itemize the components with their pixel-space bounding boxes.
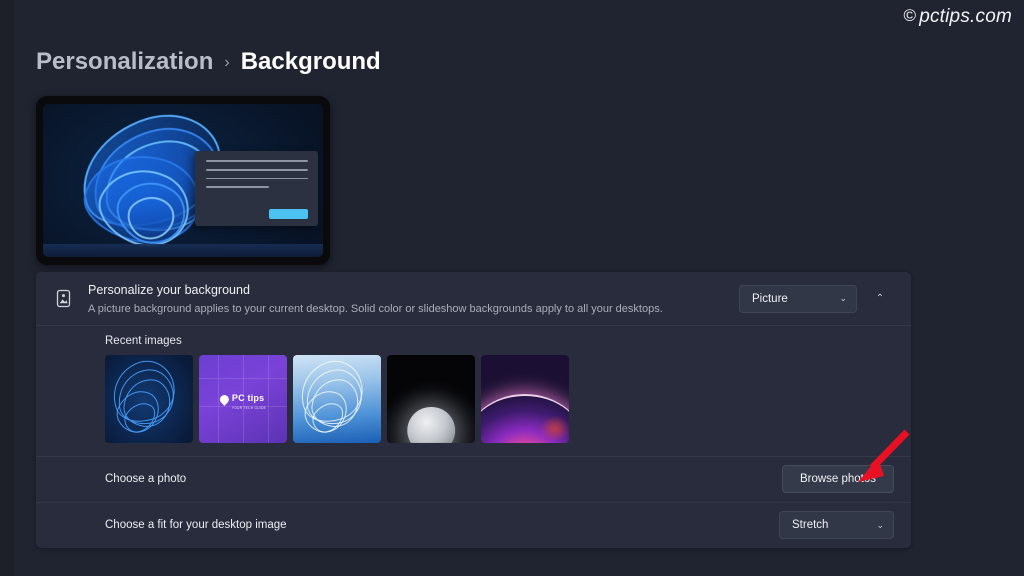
background-settings-card: Personalize your background A picture ba… xyxy=(36,272,911,548)
background-type-value: Picture xyxy=(752,292,788,305)
personalize-background-row: Personalize your background A picture ba… xyxy=(36,272,911,325)
breadcrumb-separator-icon: › xyxy=(224,54,230,71)
recent-images-thumbnails: PC tips YOUR TECH GUIDE xyxy=(105,355,894,443)
thumbnail-bloom-light[interactable] xyxy=(293,355,381,443)
background-type-dropdown[interactable]: Picture ⌄ xyxy=(739,284,857,313)
breadcrumb-current-background: Background xyxy=(240,48,381,75)
picture-icon xyxy=(53,288,74,309)
preview-mock-accent-button xyxy=(268,209,309,219)
browse-photos-button[interactable]: Browse photos xyxy=(782,465,894,493)
watermark: © pctips.com xyxy=(903,6,1012,28)
personalize-background-subtitle: A picture background applies to your cur… xyxy=(88,302,663,315)
thumbnail-pctips-purple[interactable]: PC tips YOUR TECH GUIDE xyxy=(199,355,287,443)
preview-mock-window xyxy=(194,151,318,227)
chevron-up-icon: ⌃ xyxy=(875,292,885,304)
rocket-icon xyxy=(218,392,231,406)
personalize-background-title: Personalize your background xyxy=(88,282,250,297)
thumbnail-magenta-arc[interactable] xyxy=(481,355,569,443)
choose-photo-row: Choose a photo Browse photos xyxy=(36,456,911,502)
chevron-down-icon: ⌄ xyxy=(839,293,847,303)
desktop-image-fit-dropdown[interactable]: Stretch ⌄ xyxy=(779,511,894,539)
choose-photo-label: Choose a photo xyxy=(105,473,187,485)
copyright-icon: © xyxy=(903,6,917,25)
breadcrumb: Personalization › Background xyxy=(36,48,381,76)
monitor-frame xyxy=(36,96,330,265)
settings-page: Personalization › Background Personalize… xyxy=(14,0,1024,576)
monitor-screen xyxy=(43,104,323,257)
pctips-logo: PC tips YOUR TECH GUIDE xyxy=(218,388,267,410)
desktop-image-fit-value: Stretch xyxy=(792,519,829,531)
choose-fit-label: Choose a fit for your desktop image xyxy=(105,519,287,531)
pctips-logo-name: PC tips xyxy=(231,393,265,403)
preview-mock-text-lines xyxy=(205,160,309,194)
thumbnail-bloom-dark[interactable] xyxy=(105,355,193,443)
preview-taskbar xyxy=(43,244,323,257)
personalize-background-text: Personalize your background A picture ba… xyxy=(88,281,727,317)
thumbnail-moon[interactable] xyxy=(387,355,475,443)
recent-images-label: Recent images xyxy=(105,335,182,347)
chevron-down-icon: ⌄ xyxy=(876,519,884,530)
breadcrumb-parent-personalization[interactable]: Personalization xyxy=(36,48,213,76)
collapse-section-button[interactable]: ⌃ xyxy=(866,285,894,313)
recent-images-row: Recent images PC tips YOUR TECH GUIDE xyxy=(36,325,911,456)
desktop-preview xyxy=(36,96,330,265)
moon-graphic xyxy=(407,406,455,443)
watermark-text: pctips.com xyxy=(919,6,1012,27)
choose-fit-row: Choose a fit for your desktop image Stre… xyxy=(36,502,911,548)
pctips-logo-tagline: YOUR TECH GUIDE xyxy=(231,406,267,410)
